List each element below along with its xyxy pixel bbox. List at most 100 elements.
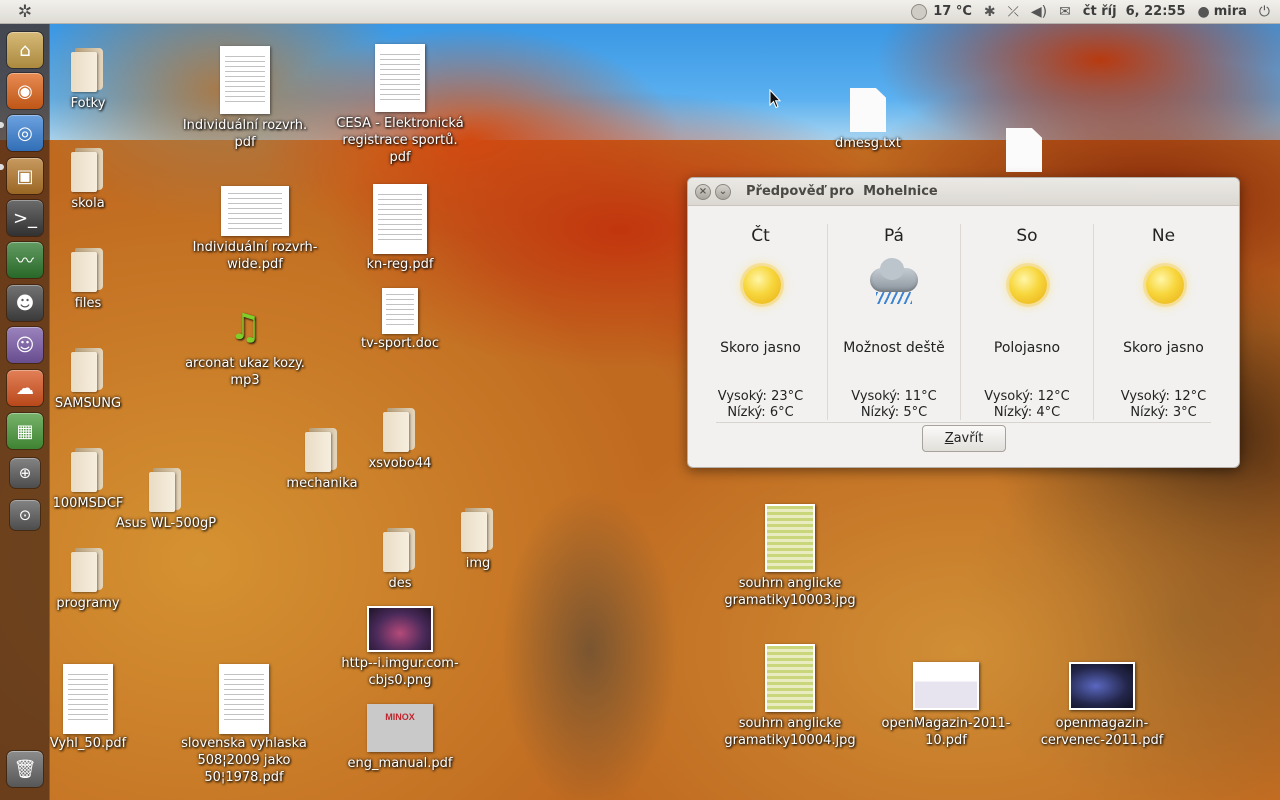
- folder-icon: [71, 546, 105, 592]
- chromium-icon[interactable]: ◎: [7, 115, 43, 151]
- desktop-icon-label: arconat ukaz kozy. mp3: [185, 356, 305, 388]
- folder-img[interactable]: img: [403, 506, 553, 572]
- ubuntu-one-icon[interactable]: ☁: [7, 370, 43, 406]
- power-icon[interactable]: ⏻: [1253, 0, 1276, 24]
- search-files-icon[interactable]: ⊙: [10, 500, 40, 530]
- chat-bubble-icon: ●: [1197, 3, 1210, 20]
- desktop-icon-label: souhrn anglicke gramatiky10003.jpg: [724, 576, 856, 608]
- pdf-thumbnail-icon: [375, 44, 425, 112]
- system-monitor-icon[interactable]: 〰: [7, 242, 43, 278]
- magnifier-icon[interactable]: ⊕: [10, 458, 40, 488]
- network-disconnected-icon[interactable]: ⤫: [1002, 0, 1025, 24]
- close-button[interactable]: Zavřít: [922, 425, 1006, 452]
- file-kn-reg-pdf[interactable]: kn-reg.pdf: [325, 184, 475, 273]
- temperature-high: Vysoký: 23°C: [717, 389, 804, 404]
- file-eng-manual-pdf[interactable]: MINOX eng_manual.pdf: [325, 704, 475, 772]
- weather-condition: Skoro jasno: [720, 340, 801, 356]
- mail-envelope-icon[interactable]: ✉: [1053, 0, 1077, 24]
- file-arconat-mp3[interactable]: ♫ arconat ukaz kozy. mp3: [170, 308, 320, 389]
- window-minimize-icon[interactable]: ⌄: [715, 184, 731, 200]
- clock-label: čt říj 6, 22:55: [1082, 4, 1186, 19]
- top-panel: ✲ 17 °C ✱ ⤫ ◀) ✉ čt říj 6, 22:55 ● mira …: [0, 0, 1280, 24]
- folder-asus[interactable]: Asus WL-500gP: [91, 466, 241, 532]
- desktop-icon-label: kn-reg.pdf: [366, 257, 434, 272]
- user-indicator[interactable]: ● mira: [1192, 0, 1253, 24]
- desktop-icon-label: dmesg.txt: [835, 136, 901, 151]
- pidgin-penguin-icon[interactable]: ☻: [7, 285, 43, 321]
- close-button-label: avřít: [953, 431, 984, 446]
- file-individualni-rozvrh-wide-pdf[interactable]: Individuální rozvrh- wide.pdf: [180, 186, 330, 273]
- weather-indicator[interactable]: 17 °C: [905, 0, 978, 24]
- pdf-thumbnail-icon: [63, 664, 113, 734]
- home-folder-icon[interactable]: ⌂: [7, 32, 43, 68]
- music-note-icon: ♫: [228, 307, 262, 348]
- file-text-unnamed[interactable]: [949, 128, 1099, 172]
- file-tv-sport-doc[interactable]: tv-sport.doc: [325, 288, 475, 352]
- sun-icon: [1003, 262, 1051, 306]
- file-imgur-png[interactable]: http--i.imgur.com- cbjs0.png: [325, 606, 475, 689]
- mouse-cursor-icon: [769, 89, 781, 109]
- sun-icon: [737, 262, 785, 306]
- launcher: ⌂ ◉ ◎ ▣ >_ 〰 ☻ ☺ ☁ ▦ ⊕ ⊙ 🗑: [0, 24, 50, 800]
- image-thumbnail-icon: [765, 504, 815, 572]
- user-name-label: mira: [1213, 4, 1247, 19]
- pdf-thumbnail-icon: [1069, 662, 1135, 710]
- forecast-titlebar[interactable]: × ⌄ Předpověď pro Mohelnice: [688, 178, 1239, 206]
- ubuntu-logo-icon[interactable]: ✲: [0, 0, 50, 24]
- desktop-icon-label: xsvobo44: [368, 456, 432, 471]
- bluetooth-icon[interactable]: ✱: [978, 0, 1002, 24]
- volume-icon[interactable]: ◀): [1025, 0, 1053, 24]
- desktop-icon-label: des: [388, 576, 412, 591]
- temperature-high: Vysoký: 12°C: [1120, 389, 1207, 404]
- folder-icon: [71, 346, 105, 392]
- file-cesa-pdf[interactable]: CESA - Elektronická registrace sportů. p…: [325, 44, 475, 166]
- file-individualni-rozvrh-pdf[interactable]: Individuální rozvrh. pdf: [170, 46, 320, 151]
- file-dmesg-txt[interactable]: dmesg.txt: [793, 88, 943, 152]
- desktop-icon-label: eng_manual.pdf: [347, 756, 453, 771]
- running-indicator: [0, 164, 4, 170]
- indicator-area: 17 °C ✱ ⤫ ◀) ✉ čt říj 6, 22:55 ● mira ⏻: [905, 0, 1280, 24]
- forecast-day: Ne Skoro jasno Vysoký: 12°C Nízký: 3°C: [1093, 224, 1233, 420]
- image-thumbnail-icon: [367, 606, 433, 652]
- temperature-low: Nízký: 4°C: [993, 405, 1061, 420]
- file-souhrn-10003-jpg[interactable]: souhrn anglicke gramatiky10003.jpg: [715, 504, 865, 609]
- desktop-icon-label: Individuální rozvrh- wide.pdf: [192, 240, 318, 272]
- file-openmagazin-2011-10-pdf[interactable]: openMagazin-2011- 10.pdf: [871, 662, 1021, 749]
- folder-icon: [461, 506, 495, 552]
- clock-indicator[interactable]: čt říj 6, 22:55: [1077, 0, 1192, 24]
- desktop-icon-label: Asus WL-500gP: [115, 516, 217, 531]
- firefox-icon[interactable]: ◉: [7, 73, 43, 109]
- folder-icon: [71, 246, 105, 292]
- desktop-icon-label: img: [465, 556, 491, 571]
- forecast-day: Pá Možnost deště Vysoký: 11°C Nízký: 5°C: [827, 224, 960, 420]
- pdf-thumbnail-icon: [373, 184, 427, 254]
- software-center-icon[interactable]: ▣: [7, 158, 43, 194]
- spreadsheet-icon[interactable]: ▦: [7, 413, 43, 449]
- weather-condition: Možnost deště: [843, 340, 945, 356]
- terminal-icon[interactable]: >_: [7, 200, 43, 236]
- desktop-icon-label: mechanika: [286, 476, 358, 491]
- folder-xsvobo44[interactable]: xsvobo44: [325, 406, 475, 472]
- trash-icon[interactable]: 🗑: [7, 751, 43, 787]
- file-souhrn-10004-jpg[interactable]: souhrn anglicke gramatiky10004.jpg: [715, 644, 865, 749]
- file-slovenska-vyhlaska-pdf[interactable]: slovenska vyhlaska 508¦2009 jako 50¦1978…: [169, 664, 319, 786]
- temperature-low: Nízký: 5°C: [860, 405, 928, 420]
- sun-icon: [1140, 262, 1188, 306]
- forecast-title: Předpověď pro Mohelnice: [746, 184, 938, 199]
- file-openmagazin-cervenec-pdf[interactable]: openmagazin- cervenec-2011.pdf: [1027, 662, 1177, 749]
- text-file-icon: [850, 88, 886, 132]
- empathy-icon[interactable]: ☺: [7, 327, 43, 363]
- day-name: Ne: [1151, 226, 1176, 246]
- forecast-separator: [716, 422, 1211, 423]
- folder-icon: [383, 406, 417, 452]
- forecast-dialog: × ⌄ Předpověď pro Mohelnice Čt Skoro jasn…: [687, 177, 1240, 468]
- pdf-thumbnail-icon: [382, 288, 418, 334]
- temperature-high: Vysoký: 11°C: [851, 389, 937, 404]
- image-thumbnail-icon: [765, 644, 815, 712]
- day-name: Pá: [884, 226, 904, 246]
- weather-condition: Skoro jasno: [1123, 340, 1204, 356]
- desktop-icon-label: tv-sport.doc: [360, 336, 440, 351]
- window-close-icon[interactable]: ×: [695, 184, 711, 200]
- pdf-thumbnail-icon: MINOX: [367, 704, 433, 752]
- temperature-low: Nízký: 3°C: [1130, 405, 1197, 420]
